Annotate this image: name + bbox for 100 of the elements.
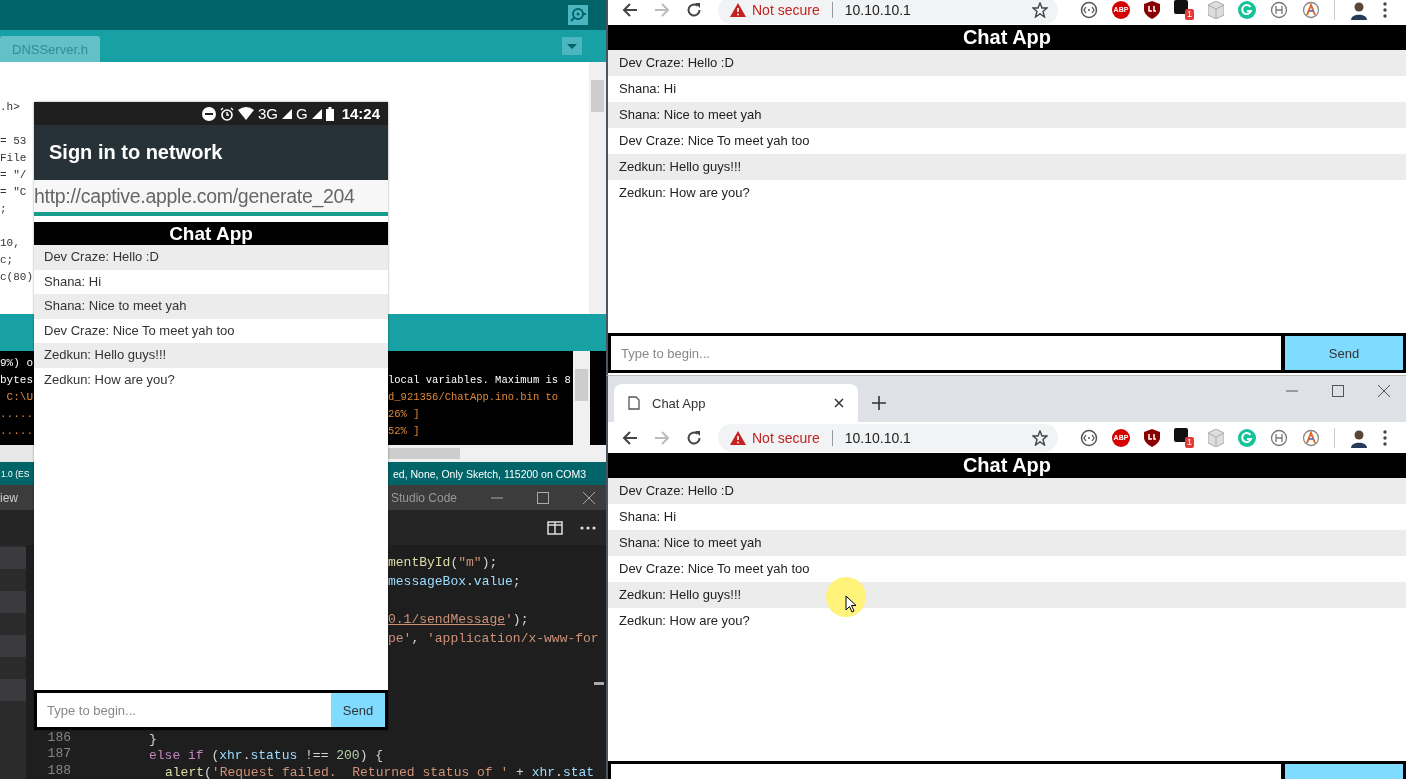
address-bar[interactable]: Not secure 10.10.10.1 — [718, 0, 1058, 24]
chat-message: Zedkun: Hello guys!!! — [608, 582, 1406, 608]
board-status: 1.0 (ES — [1, 468, 30, 479]
tab-title: Chat App — [652, 395, 707, 411]
chat-message: Dev Craze: Nice To meet yah too — [43, 321, 236, 340]
avatar-icon[interactable] — [1349, 0, 1369, 20]
do-not-disturb-icon — [201, 106, 216, 121]
star-icon[interactable] — [1032, 429, 1048, 446]
chat-message: Zedkun: Hello guys!!! — [608, 154, 1406, 180]
extension-icon[interactable] — [1302, 428, 1320, 447]
url-text: http://captive.apple.com/generate_204 — [34, 184, 355, 208]
star-icon[interactable] — [1032, 1, 1048, 18]
chat-title: Chat App — [608, 25, 1406, 50]
chat-title: Chat App — [608, 453, 1406, 478]
code-line: mentById("m"); — [388, 554, 499, 572]
code-line: = 53 — [0, 134, 27, 149]
console-line: 9%) o — [0, 356, 33, 371]
extension-icon[interactable] — [1270, 0, 1288, 19]
signal-icon — [281, 108, 292, 119]
extension-icon[interactable] — [1080, 428, 1098, 447]
more-icon[interactable] — [580, 525, 596, 530]
close-icon[interactable] — [1378, 385, 1390, 397]
chat-title: Chat App — [34, 222, 388, 245]
chat-message: Dev Craze: Nice To meet yah too — [618, 560, 811, 578]
page-icon — [628, 396, 640, 410]
chat-message: Zedkun: Hello guys!!! — [34, 343, 388, 368]
code-line: c(80) — [0, 270, 33, 285]
alarm-icon — [219, 106, 234, 121]
code-line: } — [149, 730, 157, 749]
code-line: 0.1/sendMessage'); — [388, 611, 530, 629]
code-line: = "C — [0, 185, 27, 200]
maximize-icon[interactable] — [537, 491, 550, 504]
chat-message: Shana: Nice to meet yah — [34, 294, 388, 319]
console-line: C:\U — [5, 390, 33, 405]
wifi-icon — [237, 107, 254, 120]
line-number: 188 — [46, 762, 71, 779]
code-line: pe', 'application/x-www-for — [388, 630, 600, 648]
screen-title: Sign in to network — [49, 141, 223, 164]
url-text: 10.10.10.1 — [844, 429, 912, 446]
send-button[interactable]: Send — [331, 693, 385, 727]
scrollbar[interactable] — [573, 351, 590, 445]
window-title: Studio Code — [391, 490, 458, 505]
menu-icon[interactable] — [1383, 429, 1387, 446]
code-line: ; — [0, 202, 7, 217]
code-line: messageBox.value; — [388, 573, 522, 591]
caret-icon[interactable] — [562, 37, 582, 55]
chat-message: Shana: Hi — [618, 80, 678, 98]
code-line: .h> — [0, 100, 20, 115]
shield-icon[interactable] — [1144, 0, 1160, 19]
cursor-icon — [845, 595, 857, 613]
line-number: 186 — [46, 729, 71, 747]
code-line: = "/ — [0, 168, 27, 183]
chat-message: Shana: Nice to meet yah — [608, 530, 1406, 556]
console-line: ..... — [0, 407, 33, 422]
chat-message: Shana: Nice to meet yah — [608, 102, 1406, 128]
chat-message: Zedkun: How are you? — [618, 184, 751, 202]
extension-icon[interactable] — [1270, 428, 1288, 447]
notification-badge: 1 — [1185, 436, 1194, 448]
warning-icon — [730, 2, 746, 17]
signal-icon — [311, 108, 322, 119]
notification-badge: 1 — [1185, 8, 1194, 20]
reload-icon[interactable] — [686, 429, 702, 446]
console-line: d_921356/ChatApp.ino.bin to — [388, 390, 559, 405]
new-tab-icon[interactable] — [872, 396, 886, 410]
code-line: alert('Request failed. Returned status of ' + xhr.stat — [165, 763, 595, 779]
menu-icon[interactable] — [1383, 1, 1387, 18]
scrollbar[interactable] — [589, 62, 606, 314]
reload-icon[interactable] — [686, 1, 702, 18]
security-label: Not secure — [752, 429, 820, 446]
browser-tab[interactable]: Chat App — [614, 384, 858, 422]
chat-message: Shana: Hi — [43, 272, 103, 291]
console-line: local variables. Maximum is 8 — [388, 373, 571, 388]
chat-message: Dev Craze: Hello :D — [34, 245, 388, 270]
code-line: else if (xhr.status !== 200) { — [149, 747, 384, 766]
back-icon[interactable] — [622, 429, 638, 446]
scrollbar[interactable] — [388, 445, 606, 462]
grammar-icon[interactable] — [1238, 428, 1256, 447]
close-icon[interactable] — [834, 398, 844, 408]
console-line: ..... — [0, 424, 33, 439]
code-line: 10, — [0, 236, 20, 251]
back-icon[interactable] — [622, 1, 638, 18]
battery-icon — [325, 106, 334, 121]
grammar-icon[interactable] — [1238, 0, 1256, 19]
security-label: Not secure — [752, 1, 820, 18]
code-line: File — [0, 151, 27, 166]
split-editor-icon[interactable] — [547, 520, 563, 535]
send-button[interactable]: Send — [1285, 336, 1403, 370]
shield-icon[interactable] — [1144, 428, 1160, 447]
message-field[interactable]: Type to begin... — [611, 336, 1281, 370]
chat-message: Zedkun: How are you? — [618, 612, 751, 630]
extension-icon[interactable] — [1080, 0, 1098, 19]
port-status: ed, None, Only Sketch, 115200 on COM3 — [393, 467, 586, 480]
extension-icon[interactable] — [1302, 0, 1320, 19]
maximize-icon[interactable] — [1332, 385, 1344, 397]
message-field[interactable]: Type to begin... — [37, 693, 331, 727]
address-bar[interactable]: Not secure 10.10.10.1 — [718, 423, 1058, 452]
menu-item[interactable]: iew — [0, 490, 18, 505]
console-line: 52% ] — [388, 424, 420, 439]
magnifier-icon[interactable] — [568, 5, 588, 25]
chat-message: Dev Craze: Hello :D — [608, 478, 1406, 504]
